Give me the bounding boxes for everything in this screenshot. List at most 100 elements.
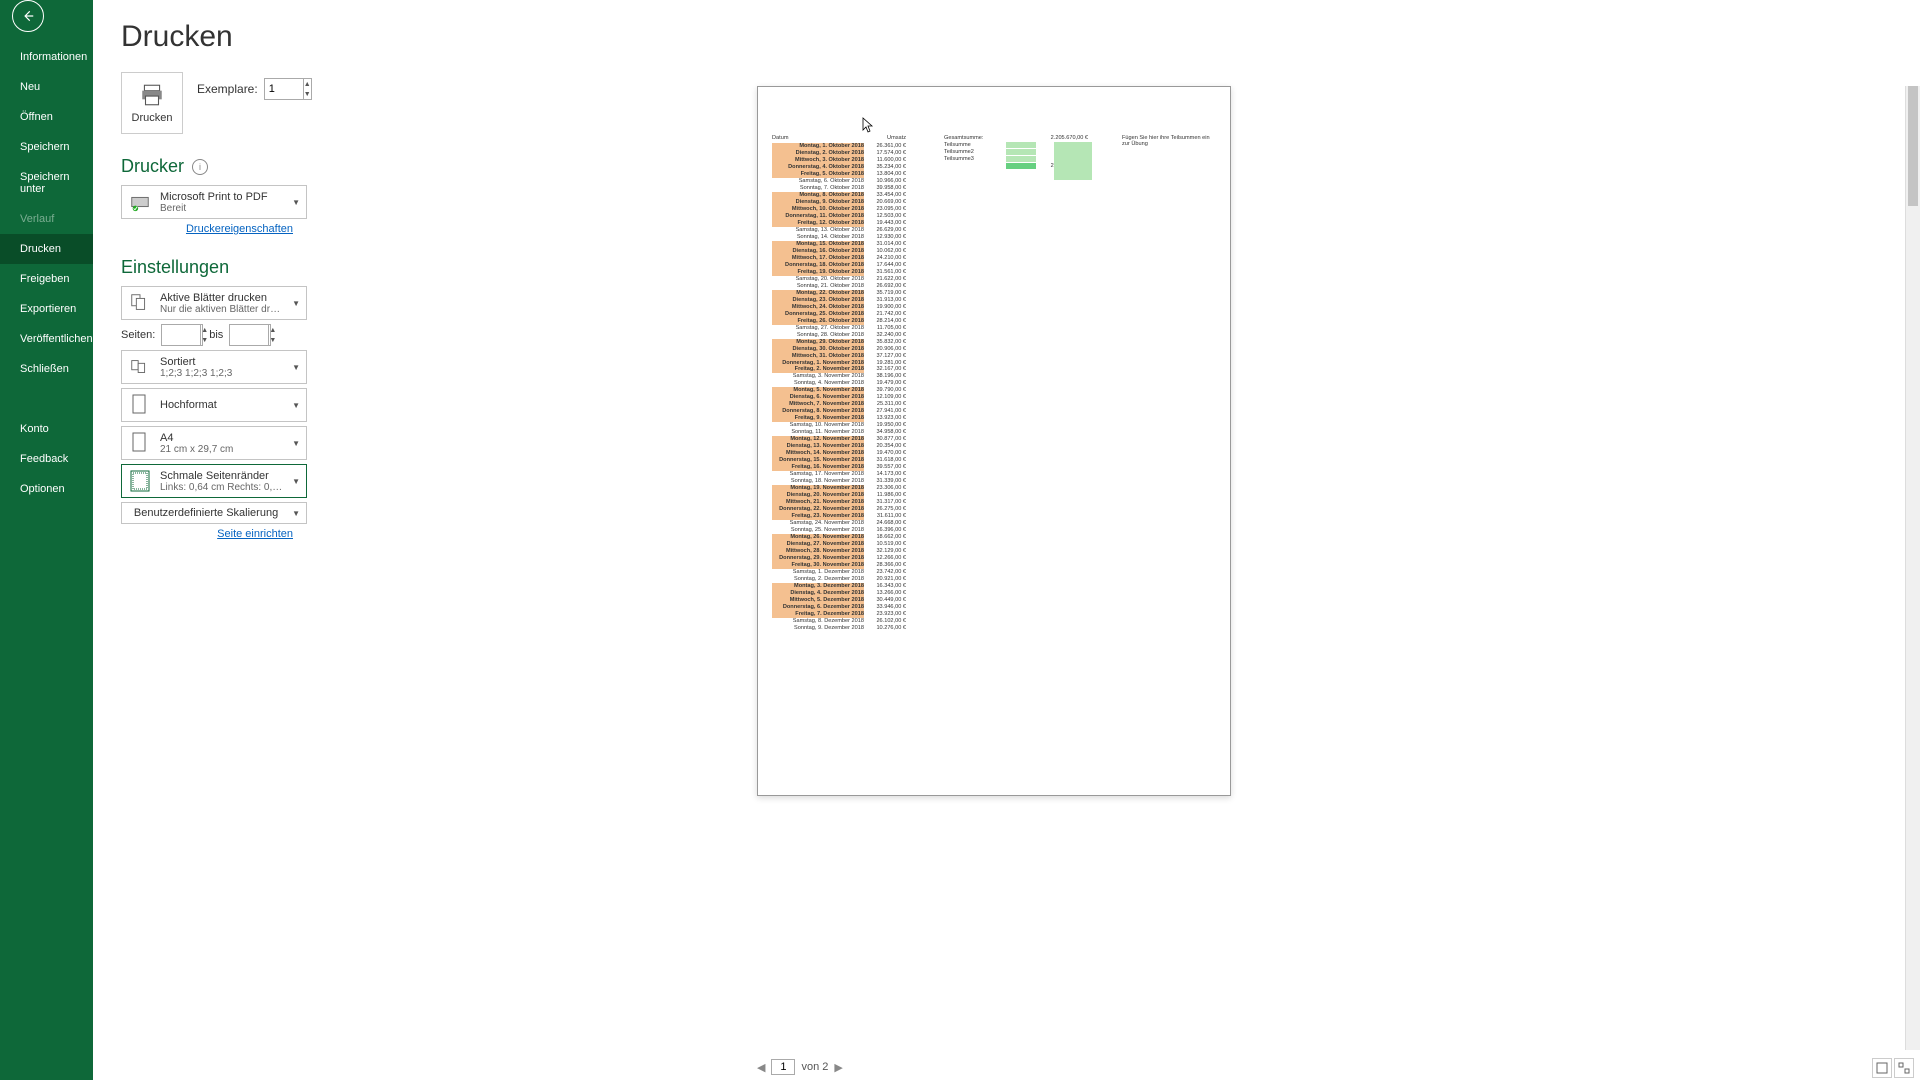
table-row: Mittwoch, 7. November 201825.311,00 € [772, 401, 906, 408]
table-row: Montag, 12. November 201830.877,00 € [772, 436, 906, 443]
total-row: Gesamtsumme:2.205.670,00 € [944, 135, 1088, 141]
page-from-spinner[interactable]: ▲▼ [161, 324, 203, 346]
portrait-icon [128, 393, 152, 417]
copies-spinner[interactable]: ▲▼ [264, 78, 312, 100]
nav-item-schließen[interactable]: Schließen [0, 354, 93, 384]
nav-item-speichern-unter[interactable]: Speichern unter [0, 162, 93, 204]
table-row: Donnerstag, 11. Oktober 201812.503,00 € [772, 213, 906, 220]
nav-item-speichern[interactable]: Speichern [0, 132, 93, 162]
table-row: Mittwoch, 14. November 201819.470,00 € [772, 450, 906, 457]
table-row: Freitag, 5. Oktober 201813.804,00 € [772, 171, 906, 178]
nav-item-öffnen[interactable]: Öffnen [0, 102, 93, 132]
table-row: Samstag, 3. November 201838.196,00 € [772, 373, 906, 380]
table-row: Samstag, 27. Oktober 201811.705,00 € [772, 325, 906, 332]
page-setup-link[interactable]: Seite einrichten [121, 528, 293, 540]
table-row: Sonntag, 28. Oktober 201832.240,00 € [772, 332, 906, 339]
page-prev-button[interactable]: ◀ [757, 1061, 765, 1074]
nav-item-verlauf: Verlauf [0, 204, 93, 234]
preview-page: DatumUmsatz Montag, 1. Oktober 201826.36… [757, 86, 1231, 796]
backstage-nav: InformationenNeuÖffnenSpeichernSpeichern… [0, 0, 93, 1080]
papersize-dropdown[interactable]: A421 cm x 29,7 cm ▼ [121, 426, 307, 460]
printer-device-icon [128, 190, 152, 214]
table-row: Sonntag, 2. Dezember 201820.921,00 € [772, 576, 906, 583]
preview-scrollbar[interactable] [1905, 86, 1920, 1050]
show-margins-button[interactable] [1872, 1058, 1892, 1078]
printer-dropdown[interactable]: Microsoft Print to PDFBereit ▼ [121, 185, 307, 219]
back-button[interactable] [12, 0, 44, 32]
table-row: Mittwoch, 21. November 201831.317,00 € [772, 499, 906, 506]
scaling-dropdown[interactable]: Benutzerdefinierte Skalierung ▼ [121, 502, 307, 524]
table-row: Mittwoch, 17. Oktober 201824.210,00 € [772, 255, 906, 262]
nav-item-optionen[interactable]: Optionen [0, 474, 93, 504]
nav-item-feedback[interactable]: Feedback [0, 444, 93, 474]
scrollbar-thumb[interactable] [1908, 86, 1918, 206]
printer-icon [139, 82, 165, 108]
chevron-down-icon: ▼ [292, 198, 300, 207]
copies-up[interactable]: ▲ [304, 79, 311, 89]
table-row: Dienstag, 23. Oktober 201831.913,00 € [772, 297, 906, 304]
page-to-input[interactable] [230, 325, 268, 345]
chevron-down-icon: ▼ [292, 299, 300, 308]
orientation-dropdown[interactable]: Hochformat ▼ [121, 388, 307, 422]
sheets-icon [128, 291, 152, 315]
table-row: Samstag, 13. Oktober 201826.629,00 € [772, 227, 906, 234]
pager: ◀ von 2 ▶ [757, 1054, 843, 1080]
arrow-left-icon [21, 9, 35, 23]
page-count-label: von 2 [801, 1061, 828, 1073]
printer-properties-link[interactable]: Druckereigenschaften [121, 223, 293, 235]
zoom-page-icon [1898, 1062, 1910, 1074]
table-row: Sonntag, 21. Oktober 201826.692,00 € [772, 283, 906, 290]
table-row: Freitag, 23. November 201831.611,00 € [772, 513, 906, 520]
copies-down[interactable]: ▼ [304, 89, 311, 99]
preview-table: DatumUmsatz Montag, 1. Oktober 201826.36… [772, 135, 906, 632]
table-row: Samstag, 8. Dezember 201826.102,00 € [772, 618, 906, 625]
margins-dropdown[interactable]: Schmale SeitenränderLinks: 0,64 cm Recht… [121, 464, 307, 498]
table-row: Freitag, 7. Dezember 201823.923,00 € [772, 611, 906, 618]
preview-green-box [1054, 142, 1092, 180]
print-what-dropdown[interactable]: Aktive Blätter druckenNur die aktiven Bl… [121, 286, 307, 320]
nav-item-neu[interactable]: Neu [0, 72, 93, 102]
table-row: Donnerstag, 29. November 201812.266,00 € [772, 555, 906, 562]
nav-item-veröffentlichen[interactable]: Veröffentlichen [0, 324, 93, 354]
table-row: Freitag, 2. November 201832.167,00 € [772, 366, 906, 373]
table-row: Dienstag, 20. November 201811.986,00 € [772, 492, 906, 499]
table-row: Mittwoch, 28. November 201832.129,00 € [772, 548, 906, 555]
table-row: Dienstag, 16. Oktober 201810.062,00 € [772, 248, 906, 255]
preview-totals: Gesamtsumme:2.205.670,00 €Teilsumme872.2… [944, 135, 1088, 632]
zoom-to-page-button[interactable] [1894, 1058, 1914, 1078]
table-row: Sonntag, 11. November 201834.958,00 € [772, 429, 906, 436]
print-button[interactable]: Drucken [121, 72, 183, 134]
table-row: Dienstag, 27. November 201810.519,00 € [772, 541, 906, 548]
mouse-cursor-icon [862, 117, 874, 133]
page-from-input[interactable] [162, 325, 200, 345]
nav-item-konto[interactable]: Konto [0, 414, 93, 444]
copies-input[interactable] [265, 79, 303, 99]
info-icon[interactable]: i [192, 159, 208, 175]
page-to-spinner[interactable]: ▲▼ [229, 324, 271, 346]
table-row: Samstag, 24. November 201824.668,00 € [772, 520, 906, 527]
table-row: Donnerstag, 25. Oktober 201821.742,00 € [772, 311, 906, 318]
table-row: Montag, 29. Oktober 201835.832,00 € [772, 339, 906, 346]
page-number-input[interactable] [771, 1059, 795, 1075]
table-row: Mittwoch, 3. Oktober 201811.600,00 € [772, 157, 906, 164]
print-preview: DatumUmsatz Montag, 1. Oktober 201826.36… [513, 0, 1920, 1080]
nav-item-informationen[interactable]: Informationen [0, 42, 93, 72]
chevron-down-icon: ▼ [292, 401, 300, 410]
table-row: Montag, 19. November 201823.306,00 € [772, 485, 906, 492]
table-row: Samstag, 6. Oktober 201810.966,00 € [772, 178, 906, 185]
table-row: Mittwoch, 24. Oktober 201819.900,00 € [772, 304, 906, 311]
nav-item-drucken[interactable]: Drucken [0, 234, 93, 264]
table-row: Donnerstag, 1. November 201819.281,00 € [772, 360, 906, 367]
table-row: Dienstag, 4. Dezember 201813.266,00 € [772, 590, 906, 597]
table-row: Sonntag, 14. Oktober 201812.930,00 € [772, 234, 906, 241]
table-row: Montag, 15. Oktober 201831.014,00 € [772, 241, 906, 248]
chevron-down-icon: ▼ [292, 477, 300, 486]
table-row: Sonntag, 7. Oktober 201839.958,00 € [772, 185, 906, 192]
table-row: Freitag, 16. November 201839.557,00 € [772, 464, 906, 471]
nav-item-exportieren[interactable]: Exportieren [0, 294, 93, 324]
table-row: Dienstag, 13. November 201820.354,00 € [772, 443, 906, 450]
page-next-button[interactable]: ▶ [834, 1061, 842, 1074]
collate-dropdown[interactable]: Sortiert1;2;3 1;2;3 1;2;3 ▼ [121, 350, 307, 384]
nav-item-freigeben[interactable]: Freigeben [0, 264, 93, 294]
table-row: Donnerstag, 8. November 201827.941,00 € [772, 408, 906, 415]
